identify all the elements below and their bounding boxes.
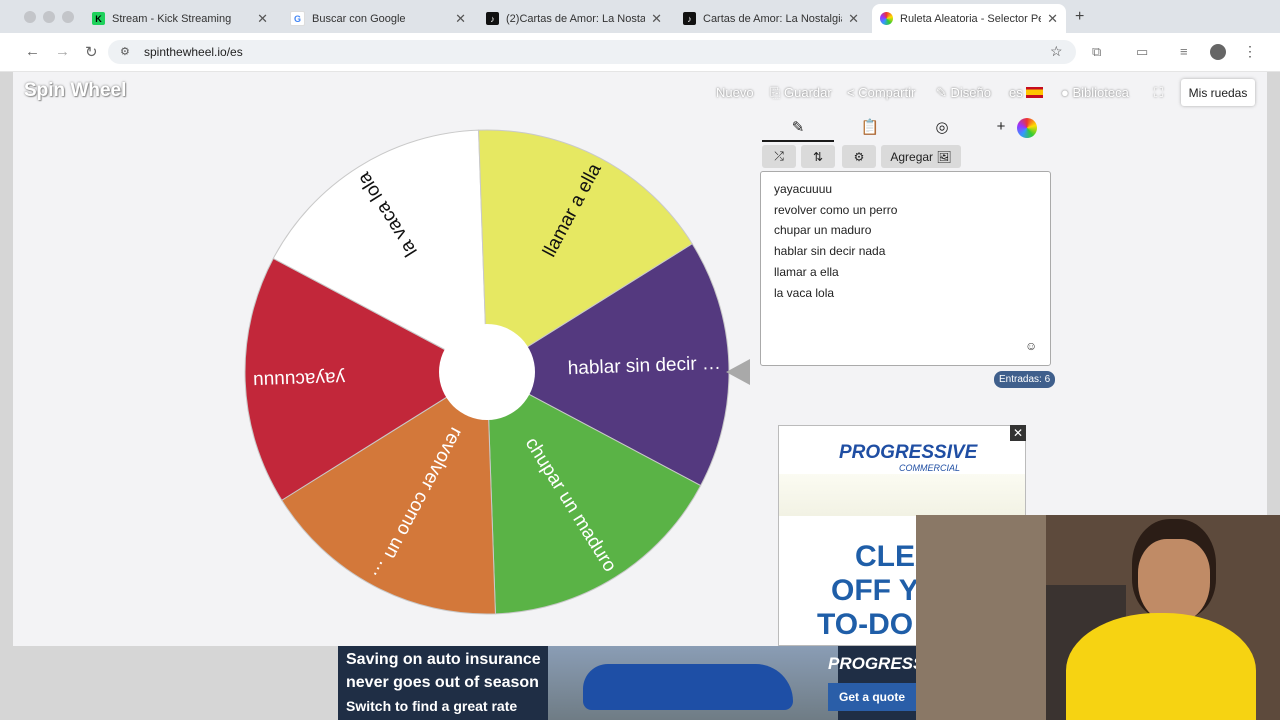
close-icon[interactable]: ✕: [455, 11, 466, 27]
google-icon: G: [290, 11, 305, 26]
agregar-label: Agregar: [890, 149, 934, 164]
shuffle-button[interactable]: ⤮: [762, 145, 796, 168]
entry-line: llamar a ella: [774, 264, 839, 279]
hide-eye-icon[interactable]: ◎: [932, 118, 952, 136]
get-quote-button[interactable]: Get a quote: [828, 683, 916, 711]
image-icon: 🖼: [936, 149, 952, 164]
cast-icon[interactable]: ▭: [1136, 44, 1148, 60]
extensions-icon[interactable]: ⧉: [1092, 44, 1101, 60]
entry-line: la vaca lola: [774, 285, 835, 300]
diseno-link[interactable]: ✎ Diseño: [936, 85, 991, 101]
wheel-icon: [880, 12, 893, 25]
language-label: es: [1009, 85, 1023, 100]
site-logo[interactable]: Spin Wheel: [24, 80, 126, 102]
address-bar[interactable]: [108, 40, 1076, 64]
new-tab-plus-icon[interactable]: +: [1075, 8, 1084, 26]
compartir-link[interactable]: < Compartir: [847, 85, 915, 100]
banner-line-2: never goes out of season: [346, 674, 539, 691]
back-arrow-icon[interactable]: ←: [25, 43, 40, 60]
entries-textarea[interactable]: yayacuuuu revolver como un perro chupar …: [760, 171, 1051, 366]
wheel-pointer-arrow: [726, 359, 750, 385]
bookmark-star-icon[interactable]: ☆: [1050, 43, 1063, 60]
spin-wheel[interactable]: hablar sin decir …chupar un madurorevolv…: [230, 115, 750, 635]
entry-line: yayacuuuu: [774, 182, 833, 196]
browser-tab-ruleta[interactable]: Ruleta Aleatoria - Selector Pe ✕: [872, 4, 1066, 33]
clipboard-icon[interactable]: 📋: [860, 118, 880, 136]
entries-count-badge: Entradas: 6: [994, 371, 1056, 388]
sort-icon: ⇅: [812, 149, 824, 164]
tiktok-icon: ♪: [486, 12, 499, 25]
tab-title: Buscar con Google: [312, 12, 406, 25]
globe-icon: ●: [1061, 85, 1069, 100]
tab-title: Cartas de Amor: La Nostalgia: [703, 12, 843, 25]
shuffle-icon: ⤮: [774, 149, 784, 163]
settings-button[interactable]: ⚙: [842, 145, 876, 168]
maximize-window-dot[interactable]: [62, 11, 74, 23]
diseno-label: Diseño: [950, 85, 991, 100]
pencil-icon: ✎: [936, 85, 947, 100]
site-info-icon[interactable]: ⚙: [120, 45, 130, 58]
tiktok-icon: ♪: [683, 12, 696, 25]
emoji-smiley-icon[interactable]: ☺: [1025, 339, 1037, 353]
minimize-window-dot[interactable]: [43, 11, 55, 23]
language-selector[interactable]: es: [1009, 85, 1044, 100]
person-shirt: [1066, 613, 1256, 720]
add-plus-icon[interactable]: +: [995, 118, 1007, 136]
banner-brand: PROGRESSIVE: [828, 654, 916, 673]
banner-line-1: Saving on auto insurance: [346, 651, 541, 668]
agregar-imagen-button[interactable]: Agregar 🖼: [881, 145, 961, 168]
nuevo-link[interactable]: Nuevo: [716, 85, 754, 100]
reload-icon[interactable]: ↻: [85, 43, 98, 61]
browser-tab-google[interactable]: G Buscar con Google ✕: [282, 4, 474, 33]
kick-icon: K: [92, 12, 105, 25]
sort-button[interactable]: ⇅: [801, 145, 835, 168]
active-tab-underline: [762, 140, 834, 142]
gear-icon: ⚙: [853, 149, 865, 164]
ad-headline-3: TO-DO: [817, 608, 914, 641]
biblioteca-label: Biblioteca: [1072, 85, 1129, 100]
ad-brand-sub: COMMERCIAL: [899, 463, 961, 473]
media-control-icon[interactable]: ≡: [1180, 44, 1188, 59]
edit-pencil-icon[interactable]: ✎: [788, 118, 808, 136]
mis-ruedas-button[interactable]: Mis ruedas: [1181, 79, 1255, 106]
color-wheel-icon[interactable]: [1017, 118, 1037, 138]
banner-line-3: Switch to find a great rate: [346, 698, 518, 714]
forward-arrow-icon[interactable]: →: [55, 43, 70, 60]
biblioteca-link[interactable]: ● Biblioteca: [1061, 85, 1129, 100]
share-icon: <: [847, 85, 855, 100]
entry-line: chupar un maduro: [774, 223, 872, 238]
close-icon[interactable]: ✕: [257, 11, 268, 27]
ad-image-strip: [779, 474, 1025, 516]
close-window-dot[interactable]: [24, 11, 36, 23]
entry-line: hablar sin decir nada: [774, 244, 886, 259]
ad-close-icon[interactable]: ✕: [1010, 425, 1026, 441]
close-icon[interactable]: ✕: [651, 11, 662, 27]
wheel-center-hub[interactable]: [439, 324, 535, 420]
menu-kebab-icon[interactable]: ⋮: [1243, 43, 1257, 60]
close-icon[interactable]: ✕: [848, 11, 859, 27]
tab-title: Ruleta Aleatoria - Selector Pe: [900, 12, 1042, 25]
tab-title: (2)Cartas de Amor: La Nostalg: [506, 12, 646, 25]
url-text[interactable]: spinthewheel.io/es: [144, 45, 243, 59]
fullscreen-icon[interactable]: ⛶: [1154, 85, 1163, 101]
browser-tab-kick[interactable]: K Stream - Kick Streaming ✕: [84, 4, 276, 33]
compartir-label: Compartir: [858, 85, 916, 100]
close-icon[interactable]: ✕: [1047, 11, 1058, 27]
profile-avatar[interactable]: [1210, 44, 1226, 60]
ad-brand: PROGRESSIVE: [839, 442, 978, 463]
guardar-label: Guardar: [784, 85, 832, 100]
browser-tab-tiktok-2[interactable]: ♪ Cartas de Amor: La Nostalgia ✕: [675, 4, 867, 33]
car-image: [583, 664, 793, 710]
wheel-segment-label: yayacuuuu: [253, 367, 346, 391]
guardar-link[interactable]: ⎘ Guardar: [770, 85, 832, 101]
save-icon: ⎘: [770, 85, 781, 100]
spain-flag-icon: [1026, 87, 1044, 98]
tab-title: Stream - Kick Streaming: [112, 12, 232, 25]
browser-tab-tiktok-1[interactable]: ♪ (2)Cartas de Amor: La Nostalg ✕: [478, 4, 670, 33]
entry-line: revolver como un perro: [774, 202, 898, 217]
webcam-overlay: [916, 515, 1280, 720]
